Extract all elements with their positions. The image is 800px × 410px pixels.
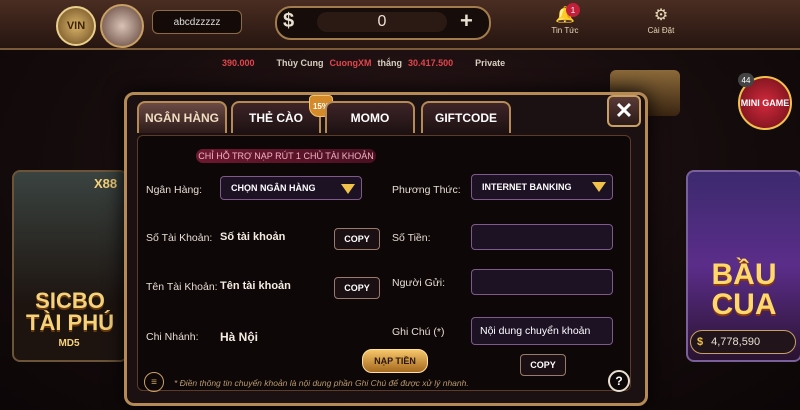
tab-momo[interactable]: MOMO xyxy=(325,101,415,133)
help-icon[interactable]: ? xyxy=(608,370,630,392)
bell-icon: 🔔 xyxy=(555,7,575,24)
amount-input[interactable] xyxy=(471,224,613,250)
game-subtitle: MD5 xyxy=(58,338,80,349)
bank-select-value: CHỌN NGÂN HÀNG xyxy=(231,183,316,193)
copy-account-name-button[interactable]: COPY xyxy=(334,277,380,299)
account-number-label: Số Tài Khoản: xyxy=(146,232,213,244)
copy-account-number-button[interactable]: COPY xyxy=(334,228,380,250)
method-select-value: INTERNET BANKING xyxy=(482,182,572,192)
news-label: Tin Tức xyxy=(551,26,579,35)
username: abcdzzzzz xyxy=(152,10,242,34)
account-name-label: Tên Tài Khoản: xyxy=(146,281,218,293)
method-select[interactable]: INTERNET BANKING xyxy=(471,174,613,200)
multiplier-label: X88 xyxy=(94,176,118,191)
branch-value: Hà Nội xyxy=(220,330,259,344)
deposit-button[interactable]: NẠP TIỀN xyxy=(362,349,428,373)
note-input[interactable]: Nội dung chuyển khoản xyxy=(471,317,613,345)
news-button[interactable]: 🔔 Tin Tức xyxy=(540,6,590,46)
jackpot-display: $ 4,778,590 xyxy=(690,330,796,354)
modal-body: CHỈ HỖ TRỢ NẠP RÚT 1 CHỦ TÀI KHOẢN Ngân … xyxy=(137,135,631,392)
ticker-player: CuongXM xyxy=(329,58,372,68)
account-name-value: Tên tài khoản xyxy=(220,280,291,292)
notice-banner: CHỈ HỖ TRỢ NẠP RÚT 1 CHỦ TÀI KHOẢN xyxy=(196,149,376,163)
bank-select[interactable]: CHỌN NGÂN HÀNG xyxy=(220,176,362,200)
method-label: Phương Thức: xyxy=(392,184,461,196)
balance-box: $ 0 + xyxy=(275,6,491,40)
ticker-amount: 30.417.500 xyxy=(408,58,454,68)
ticker-prefix: Thủy Cung xyxy=(276,58,324,68)
ticker-verb: thắng xyxy=(377,58,403,68)
note-value: Nội dung chuyển khoản xyxy=(480,325,591,337)
game-card-sicbo[interactable]: X88 SICBO TÀI PHÚ MD5 xyxy=(12,170,128,362)
amount-label: Số Tiền: xyxy=(392,232,431,244)
avatar[interactable] xyxy=(100,4,144,48)
dollar-icon: $ xyxy=(283,10,295,32)
mini-game-badge: 44 xyxy=(738,73,754,87)
branch-label: Chi Nhánh: xyxy=(146,331,199,343)
jackpot-value: 4,778,590 xyxy=(711,336,761,348)
news-badge: 1 xyxy=(566,3,580,17)
tab-giftcode[interactable]: GIFTCODE xyxy=(421,101,511,133)
tab-ngan-hang[interactable]: NGÂN HÀNG xyxy=(137,101,227,133)
win-ticker: 390.000 Thủy Cung CuongXM thắng 30.417.5… xyxy=(222,54,542,72)
add-funds-icon[interactable]: + xyxy=(460,8,473,34)
close-button[interactable]: ✕ xyxy=(607,95,641,127)
bank-label: Ngân Hàng: xyxy=(146,184,203,196)
sender-label: Người Gửi: xyxy=(392,277,446,289)
game-title: SICBO TÀI PHÚ xyxy=(26,288,114,335)
sender-input[interactable] xyxy=(471,269,613,295)
chevron-down-icon xyxy=(341,184,355,194)
copy-note-button[interactable]: COPY xyxy=(520,354,566,376)
document-icon[interactable]: ≡ xyxy=(144,372,164,392)
deposit-modal: NGÂN HÀNG THẺ CÀO 15% MOMO GIFTCODE ✕ CH… xyxy=(124,92,648,406)
account-number-value: Số tài khoản xyxy=(220,231,286,243)
footnote: * Điền thông tin chuyển khoản là nội dun… xyxy=(174,378,469,388)
balance-value: 0 xyxy=(317,12,447,32)
game-title: BẦU CUA xyxy=(711,258,777,321)
top-bar: VIN abcdzzzzz $ 0 + 🔔 Tin Tức 1 ⚙ Cài Đặ… xyxy=(0,0,800,50)
gear-icon: ⚙ xyxy=(653,7,669,24)
ticker-suffix: Private xyxy=(475,58,506,68)
tab-the-cao[interactable]: THẺ CÀO xyxy=(231,101,321,133)
note-label: Ghi Chú (*) xyxy=(392,326,445,338)
ticker-amount-left: 390.000 xyxy=(222,58,255,68)
settings-label: Cài Đặt xyxy=(647,26,675,35)
dollar-icon: $ xyxy=(697,336,704,348)
settings-button[interactable]: ⚙ Cài Đặt xyxy=(636,6,686,46)
app-logo: VIN xyxy=(56,6,96,46)
chevron-down-icon xyxy=(592,182,606,192)
